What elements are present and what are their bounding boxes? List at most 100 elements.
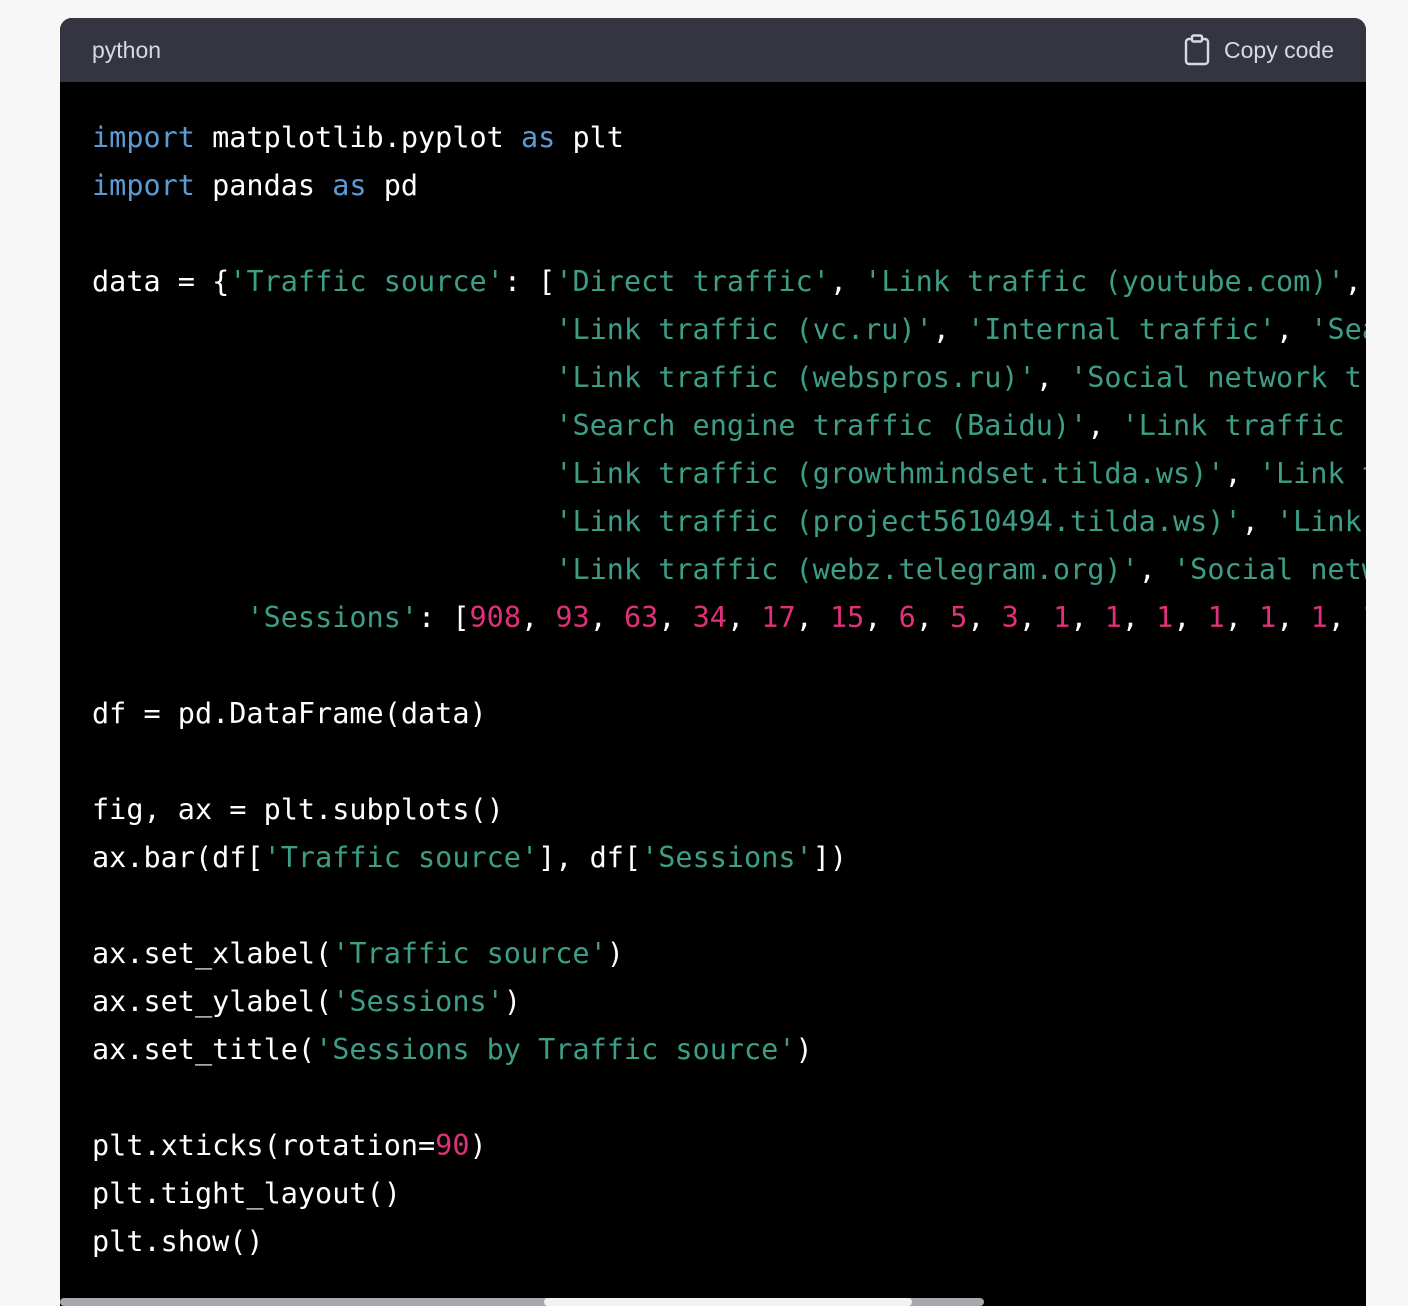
code-string: 'Internal traffic' bbox=[967, 313, 1276, 346]
code-string: 'Link traffic (project5610494.tilda.ws)' bbox=[555, 505, 1242, 538]
code-text: ]) bbox=[812, 841, 848, 874]
code-text: , bbox=[1018, 601, 1054, 634]
code-string: 'Link traffic (webspros.ru)' bbox=[555, 361, 1036, 394]
code-line: ax.set_ylabel('Sessions') bbox=[92, 978, 1366, 1026]
code-text: , bbox=[1241, 505, 1276, 538]
code-keyword: as bbox=[520, 121, 556, 154]
code-number: 63 bbox=[623, 601, 659, 634]
code-body: import matplotlib.pyplot as plt import pa… bbox=[60, 82, 1366, 1298]
copy-code-label: Copy code bbox=[1224, 37, 1334, 63]
code-string: 'Traffic source' bbox=[229, 265, 504, 298]
code-text: , bbox=[932, 313, 968, 346]
code-block: python Copy code import matplotlib.pyplo… bbox=[60, 18, 1366, 1306]
code-text: : [ bbox=[503, 265, 556, 298]
code-number: 90 bbox=[435, 1129, 470, 1162]
code-text: , bbox=[1087, 409, 1122, 442]
code-line: 'Link traffic (growthmindset.tilda.ws)',… bbox=[92, 450, 1366, 498]
code-text: ) bbox=[606, 937, 624, 970]
code-text: , bbox=[726, 601, 762, 634]
code-string: 'Link traffic (vc.ru)' bbox=[555, 313, 933, 346]
code-text: , bbox=[1138, 553, 1173, 586]
code-number: 15 bbox=[829, 601, 865, 634]
code-header: python Copy code bbox=[60, 18, 1366, 82]
code-string: 'Sear bbox=[1310, 313, 1366, 346]
code-line: df = pd.DataFrame(data) bbox=[92, 690, 1366, 738]
code-text: fig, ax = plt.subplots() bbox=[92, 793, 504, 826]
code-text: , bbox=[1344, 265, 1362, 298]
code-number: 1 bbox=[1362, 601, 1366, 634]
clipboard-icon bbox=[1184, 34, 1210, 66]
code-string: 'Sessions' bbox=[641, 841, 813, 874]
code-number: 1 bbox=[1156, 601, 1174, 634]
code-number: 93 bbox=[555, 601, 590, 634]
code-text: ax.bar(df[ bbox=[92, 841, 264, 874]
code-text: , bbox=[589, 601, 624, 634]
code-line: plt.xticks(rotation=90) bbox=[92, 1122, 1366, 1170]
code-text: ax.set_title( bbox=[92, 1033, 316, 1066]
code-number: 3 bbox=[1001, 601, 1019, 634]
code-text: , bbox=[829, 265, 865, 298]
code-text: , bbox=[1327, 601, 1363, 634]
code-number: 17 bbox=[761, 601, 796, 634]
code-text: pd bbox=[366, 169, 419, 202]
code-string: 'Traffic source' bbox=[332, 937, 607, 970]
code-text: ], df[ bbox=[538, 841, 642, 874]
code-number: 1 bbox=[1104, 601, 1122, 634]
code-content: import matplotlib.pyplot as plt import pa… bbox=[92, 114, 1366, 1266]
code-text: , bbox=[1224, 457, 1259, 490]
code-string: 'Traffic source' bbox=[263, 841, 539, 874]
code-text: , bbox=[1121, 601, 1157, 634]
code-text: pandas bbox=[194, 169, 333, 202]
scrollbar-thumb[interactable] bbox=[544, 1298, 912, 1306]
language-label: python bbox=[92, 37, 162, 63]
code-line: 'Sessions': [908, 93, 63, 34, 17, 15, 6,… bbox=[92, 594, 1366, 642]
code-line: ax.set_xlabel('Traffic source') bbox=[92, 930, 1366, 978]
code-line: plt.tight_layout() bbox=[92, 1170, 1366, 1218]
copy-code-button[interactable]: Copy code bbox=[1184, 32, 1334, 68]
code-text: data = { bbox=[92, 265, 230, 298]
code-text: ax.set_ylabel( bbox=[92, 985, 333, 1018]
code-string: 'Link traffic (a bbox=[1121, 409, 1366, 442]
code-line: 'Search engine traffic (Baidu)', 'Link t… bbox=[92, 402, 1366, 450]
code-number: 1 bbox=[1053, 601, 1071, 634]
code-text: , bbox=[1173, 601, 1208, 634]
code-line: fig, ax = plt.subplots() bbox=[92, 786, 1366, 834]
code-text: plt bbox=[555, 121, 624, 154]
code-text: plt.show() bbox=[92, 1225, 264, 1258]
code-line: plt.show() bbox=[92, 1218, 1366, 1266]
code-text: , bbox=[521, 601, 556, 634]
code-text: , bbox=[1070, 601, 1105, 634]
code-text: plt.xticks(rotation= bbox=[92, 1129, 436, 1162]
code-text: , bbox=[1275, 313, 1311, 346]
code-text: , bbox=[967, 601, 1002, 634]
code-line: 'Link traffic (webspros.ru)', 'Social ne… bbox=[92, 354, 1366, 402]
code-line: 'Link traffic (vc.ru)', 'Internal traffi… bbox=[92, 306, 1366, 354]
code-text: ax.set_xlabel( bbox=[92, 937, 333, 970]
code-string: 'Link tr bbox=[1258, 457, 1366, 490]
code-text: , bbox=[1276, 601, 1311, 634]
code-line: import pandas as pd bbox=[92, 162, 1366, 210]
code-string: 'Link traffic (youtube.com)' bbox=[864, 265, 1345, 298]
code-line: 'Link traffic (project5610494.tilda.ws)'… bbox=[92, 498, 1366, 546]
code-text: , bbox=[915, 601, 951, 634]
code-text: , bbox=[1224, 601, 1260, 634]
code-text: , bbox=[1035, 361, 1071, 394]
code-string: 'Search engine traffic (Baidu)' bbox=[555, 409, 1088, 442]
code-string: 'Sessions by Traffic source' bbox=[315, 1033, 796, 1066]
code-string: 'Link traffic (webz.telegram.org)' bbox=[555, 553, 1139, 586]
code-text: , bbox=[658, 601, 693, 634]
code-line: import matplotlib.pyplot as plt bbox=[92, 114, 1366, 162]
code-line: ax.set_title('Sessions by Traffic source… bbox=[92, 1026, 1366, 1074]
code-number: 1 bbox=[1310, 601, 1328, 634]
horizontal-scrollbar[interactable] bbox=[60, 1298, 984, 1306]
code-string: 'Sessions' bbox=[332, 985, 504, 1018]
code-string: 'Direct traffic' bbox=[555, 265, 830, 298]
code-number: 5 bbox=[950, 601, 968, 634]
